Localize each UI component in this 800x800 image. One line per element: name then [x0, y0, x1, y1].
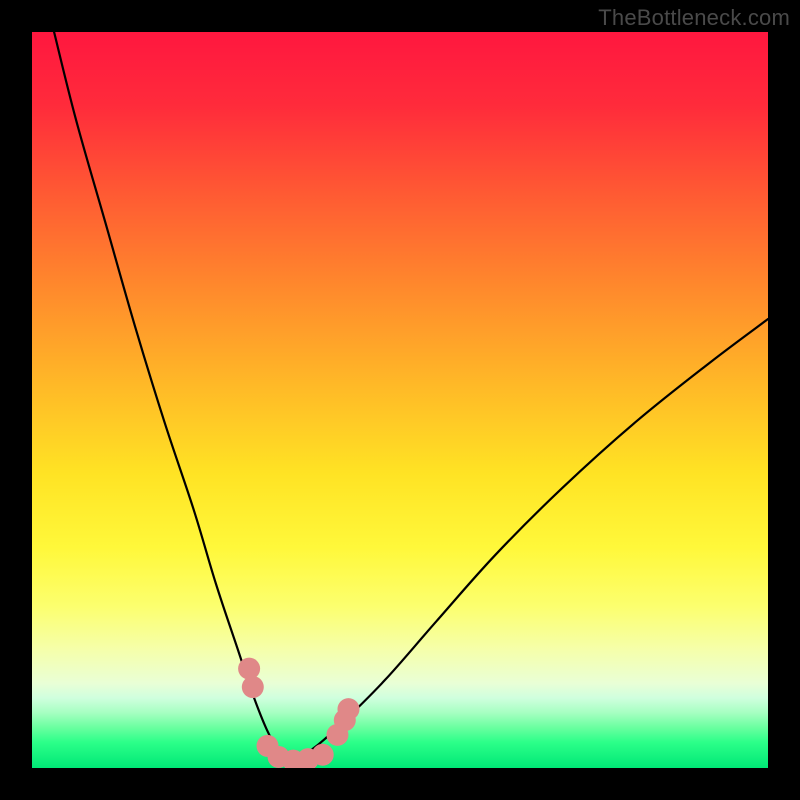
curve-marker [242, 676, 264, 698]
watermark-text: TheBottleneck.com [598, 5, 790, 31]
curve-marker [312, 744, 334, 766]
chart-frame: TheBottleneck.com [0, 0, 800, 800]
curve-sample-markers [32, 32, 768, 768]
curve-marker [337, 698, 359, 720]
plot-area [32, 32, 768, 768]
curve-marker [238, 658, 260, 680]
